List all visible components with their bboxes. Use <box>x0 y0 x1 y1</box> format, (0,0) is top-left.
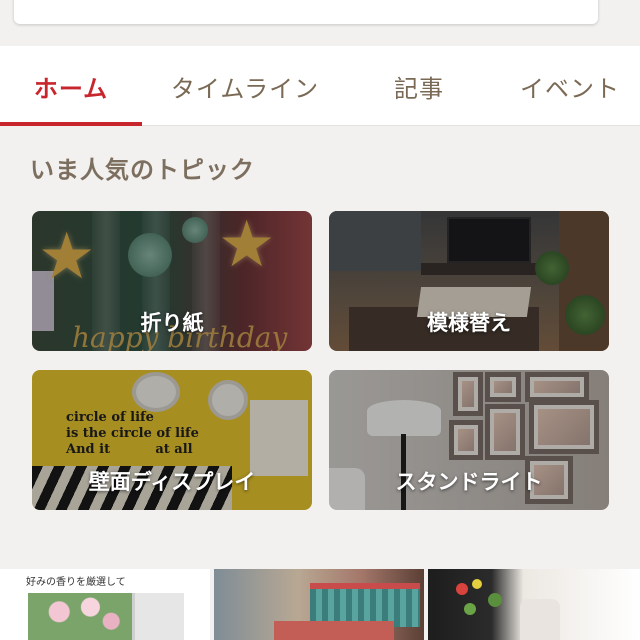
topic-card-wall-display[interactable]: circle of life is the circle of life And i… <box>32 370 312 510</box>
topic-label: スタンドライト <box>395 470 543 494</box>
active-tab-indicator <box>0 122 142 126</box>
tab-events-label: イベント <box>520 74 620 103</box>
app-screen: ホーム タイムライン 記事 イベント いま人気のトピック ★ ★ happy b… <box>0 0 640 640</box>
feed-item-image <box>28 593 132 640</box>
tab-timeline[interactable]: タイムライン <box>152 46 338 126</box>
tab-articles[interactable]: 記事 <box>368 46 470 126</box>
feed-item[interactable] <box>428 569 640 640</box>
topic-label: 折り紙 <box>140 311 204 335</box>
topic-card-origami[interactable]: ★ ★ happy birthday 折り紙 <box>32 211 312 351</box>
search-box[interactable] <box>14 0 598 24</box>
feed-row: 好みの香りを厳選して <box>0 569 640 640</box>
feed-item[interactable] <box>214 569 424 640</box>
topic-card-stand-light[interactable]: スタンドライト <box>329 370 609 510</box>
search-area <box>0 0 640 46</box>
feed-item[interactable]: 好みの香りを厳選して <box>0 569 210 640</box>
tab-events[interactable]: イベント <box>500 46 640 126</box>
tab-home[interactable]: ホーム <box>0 46 142 126</box>
topic-card-redecorate[interactable]: 模様替え <box>329 211 609 351</box>
tab-home-label: ホーム <box>33 74 109 103</box>
topic-label: 模様替え <box>427 311 511 335</box>
section-title: いま人気のトピック <box>30 156 255 184</box>
tab-timeline-label: タイムライン <box>170 74 320 103</box>
tab-bar: ホーム タイムライン 記事 イベント <box>0 46 640 126</box>
topic-label: 壁面ディスプレイ <box>88 470 256 494</box>
feed-item-caption: 好みの香りを厳選して <box>26 577 126 588</box>
tab-articles-label: 記事 <box>394 74 444 103</box>
